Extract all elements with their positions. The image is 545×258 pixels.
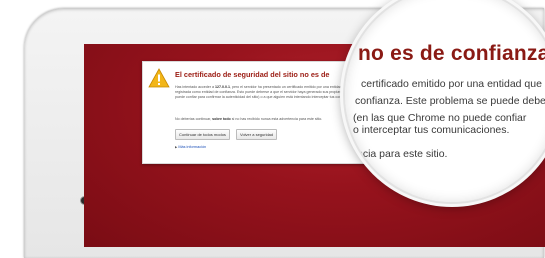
magnified-line-1: certificado emitido por una entidad que …	[361, 78, 545, 90]
magnified-line-3a: (en las que Chrome no puede confiar	[353, 112, 527, 124]
disclosure-triangle-icon: ▶	[175, 145, 178, 149]
magnified-line-2: confianza. Este problema se puede deber	[355, 95, 545, 107]
continue-text-1: No deberías continuar,	[175, 117, 213, 121]
more-info-label: Más información	[178, 145, 207, 149]
warning-host: 127.0.0.1	[214, 85, 230, 89]
warning-triangle-icon	[148, 68, 170, 88]
magnified-line-3: (en las que Chrome no puede confiar	[353, 112, 526, 124]
continue-text-bold: sobre todo	[212, 117, 231, 121]
continue-text-2: si no has recibido nunca esta advertenci…	[230, 117, 323, 121]
warning-body-text-1: Has intentado acceder a	[175, 85, 215, 89]
back-to-safety-button[interactable]: Volver a seguridad	[236, 129, 278, 140]
proceed-anyway-button[interactable]: Continuar de todos modos	[175, 129, 230, 140]
magnified-line-3b: o interceptar tus comunicaciones.	[353, 124, 510, 136]
magnified-title: no es de confianza.	[358, 42, 545, 65]
magnified-line-4: ncia para este sitio.	[357, 148, 448, 160]
more-info-link[interactable]: ▶Más información	[175, 145, 206, 149]
